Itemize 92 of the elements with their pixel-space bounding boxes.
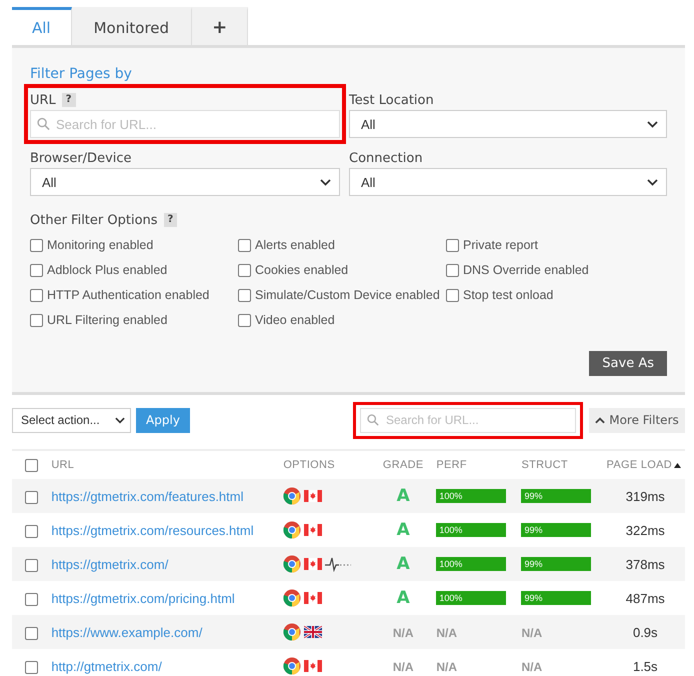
apply-button[interactable]: Apply <box>136 408 190 432</box>
action-dropdown[interactable]: Select action... <box>12 408 131 432</box>
search-icon <box>367 414 379 426</box>
checkbox[interactable] <box>238 238 251 252</box>
checkbox-label: Private report <box>463 238 538 252</box>
more-filters-button[interactable]: More Filters <box>589 408 685 432</box>
checkbox[interactable] <box>446 238 459 252</box>
column-header[interactable]: PERF <box>436 459 467 471</box>
browser-icon <box>283 657 302 675</box>
page-load-time: 319ms <box>626 488 665 504</box>
browser-icon <box>283 589 302 607</box>
field-label: Test Location <box>349 92 434 108</box>
checkbox[interactable] <box>24 592 38 606</box>
chevron-down-icon <box>647 178 658 186</box>
column-header[interactable]: URL <box>51 459 74 471</box>
grade-text: N/A <box>392 660 414 674</box>
dropdown[interactable]: All <box>349 168 667 196</box>
page-load-time: 322ms <box>626 522 665 538</box>
checkbox[interactable] <box>446 288 459 302</box>
checkbox[interactable] <box>24 490 38 504</box>
checkbox[interactable] <box>30 288 43 302</box>
checkbox-label: Adblock Plus enabled <box>47 263 168 277</box>
tab[interactable]: All <box>12 7 72 45</box>
checkbox[interactable] <box>446 264 459 276</box>
chevron-down-icon <box>647 120 658 128</box>
page-load-time: 0.9s <box>632 624 658 640</box>
page-load-time: 378ms <box>626 556 665 572</box>
column-header[interactable]: STRUCT <box>521 459 568 471</box>
checkbox[interactable] <box>30 314 43 326</box>
field-label: URL <box>30 92 56 108</box>
column-header[interactable]: GRADE <box>382 459 424 471</box>
grade-text: A <box>396 554 410 574</box>
url-link[interactable]: https://gtmetrix.com/pricing.html <box>51 590 235 606</box>
dropdown[interactable]: All <box>30 168 340 196</box>
grade-text: N/A <box>392 626 414 640</box>
checkbox-label: URL Filtering enabled <box>47 313 168 327</box>
checkbox-label: Cookies enabled <box>255 263 348 277</box>
checkbox[interactable] <box>238 264 251 276</box>
checkbox[interactable] <box>238 314 251 326</box>
score-text: N/A <box>521 626 542 640</box>
score-badge: 99% <box>521 591 592 605</box>
chevron-down-icon <box>320 178 331 186</box>
score-badge: 99% <box>521 523 592 537</box>
search-field[interactable]: Search for URL... <box>360 408 576 432</box>
score-text: N/A <box>521 660 542 674</box>
chevron-up-icon <box>595 416 606 424</box>
checkbox-label: HTTP Authentication enabled <box>47 288 210 302</box>
checkbox[interactable] <box>24 458 38 472</box>
help-badge[interactable]: ? <box>62 93 76 107</box>
checkbox-label: Video enabled <box>255 313 335 327</box>
score-badge: 99% <box>521 489 592 503</box>
checkbox[interactable] <box>238 288 251 302</box>
section-label: Other Filter Options <box>30 212 158 228</box>
search-icon <box>37 118 50 130</box>
tab[interactable]: + <box>192 7 248 45</box>
checkbox-label: Alerts enabled <box>255 238 335 252</box>
score-badge: 99% <box>521 557 592 571</box>
field-label: Browser/Device <box>30 150 132 166</box>
page-load-time: 487ms <box>626 590 665 606</box>
search-field[interactable]: Search for URL... <box>30 110 340 138</box>
browser-icon <box>283 521 302 539</box>
chevron-down-icon <box>115 416 125 424</box>
grade-text: A <box>396 588 410 608</box>
column-header[interactable]: PAGE LOAD <box>606 459 672 471</box>
help-badge[interactable]: ? <box>164 213 178 227</box>
dropdown[interactable]: All <box>349 110 667 138</box>
url-link[interactable]: https://gtmetrix.com/resources.html <box>51 522 254 538</box>
checkbox[interactable] <box>24 626 38 640</box>
grade-text: A <box>396 520 410 540</box>
checkbox[interactable] <box>24 660 38 674</box>
checkbox[interactable] <box>24 558 38 572</box>
checkbox[interactable] <box>24 524 38 538</box>
score-text: N/A <box>436 660 458 674</box>
tab[interactable]: Monitored <box>72 7 192 45</box>
checkbox-label: Simulate/Custom Device enabled <box>255 288 440 302</box>
checkbox-label: Monitoring enabled <box>47 238 154 252</box>
panel-title: Filter Pages by <box>30 66 133 82</box>
field-label: Connection <box>349 150 423 166</box>
score-badge: 100% <box>436 523 506 537</box>
score-text: N/A <box>436 626 458 640</box>
checkbox-label: DNS Override enabled <box>463 263 589 277</box>
score-badge: 100% <box>436 557 506 571</box>
checkbox[interactable] <box>30 264 43 276</box>
score-badge: 100% <box>436 591 506 605</box>
page-load-time: 1.5s <box>632 658 658 674</box>
score-badge: 100% <box>436 489 506 503</box>
checkbox[interactable] <box>30 238 43 252</box>
url-link[interactable]: http://gtmetrix.com/ <box>51 658 162 674</box>
save-as-button[interactable]: Save As <box>589 351 667 376</box>
column-header[interactable]: OPTIONS <box>283 459 335 471</box>
grade-text: A <box>396 486 410 506</box>
checkbox-label: Stop test onload <box>463 288 554 302</box>
